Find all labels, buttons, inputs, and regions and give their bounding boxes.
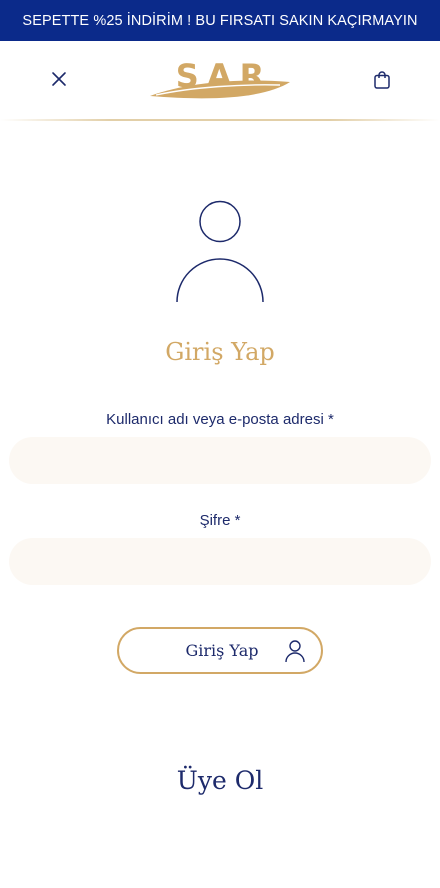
register-link[interactable]: Üye Ol (0, 766, 440, 795)
promo-banner: SEPETTE %25 İNDİRİM ! BU FIRSATI SAKIN K… (0, 0, 440, 41)
username-label: Kullanıcı adı veya e-posta adresi * (106, 411, 334, 428)
user-avatar-icon (170, 196, 270, 306)
header-divider (0, 119, 440, 121)
password-input[interactable] (9, 538, 431, 585)
close-icon (52, 72, 66, 86)
promo-text: SEPETTE %25 İNDİRİM ! BU FIRSATI SAKIN K… (22, 12, 418, 29)
site-header: SAR (0, 41, 440, 123)
password-label: Şifre * (199, 512, 241, 529)
user-icon (285, 640, 305, 663)
brand-logo[interactable]: SAR (148, 56, 292, 104)
shopping-bag-icon (374, 71, 390, 89)
close-menu-button[interactable] (47, 67, 71, 91)
cart-button[interactable] (370, 68, 394, 92)
page-title: Giriş Yap (165, 338, 275, 366)
login-button[interactable]: Giriş Yap (117, 627, 323, 674)
username-input[interactable] (9, 437, 431, 484)
